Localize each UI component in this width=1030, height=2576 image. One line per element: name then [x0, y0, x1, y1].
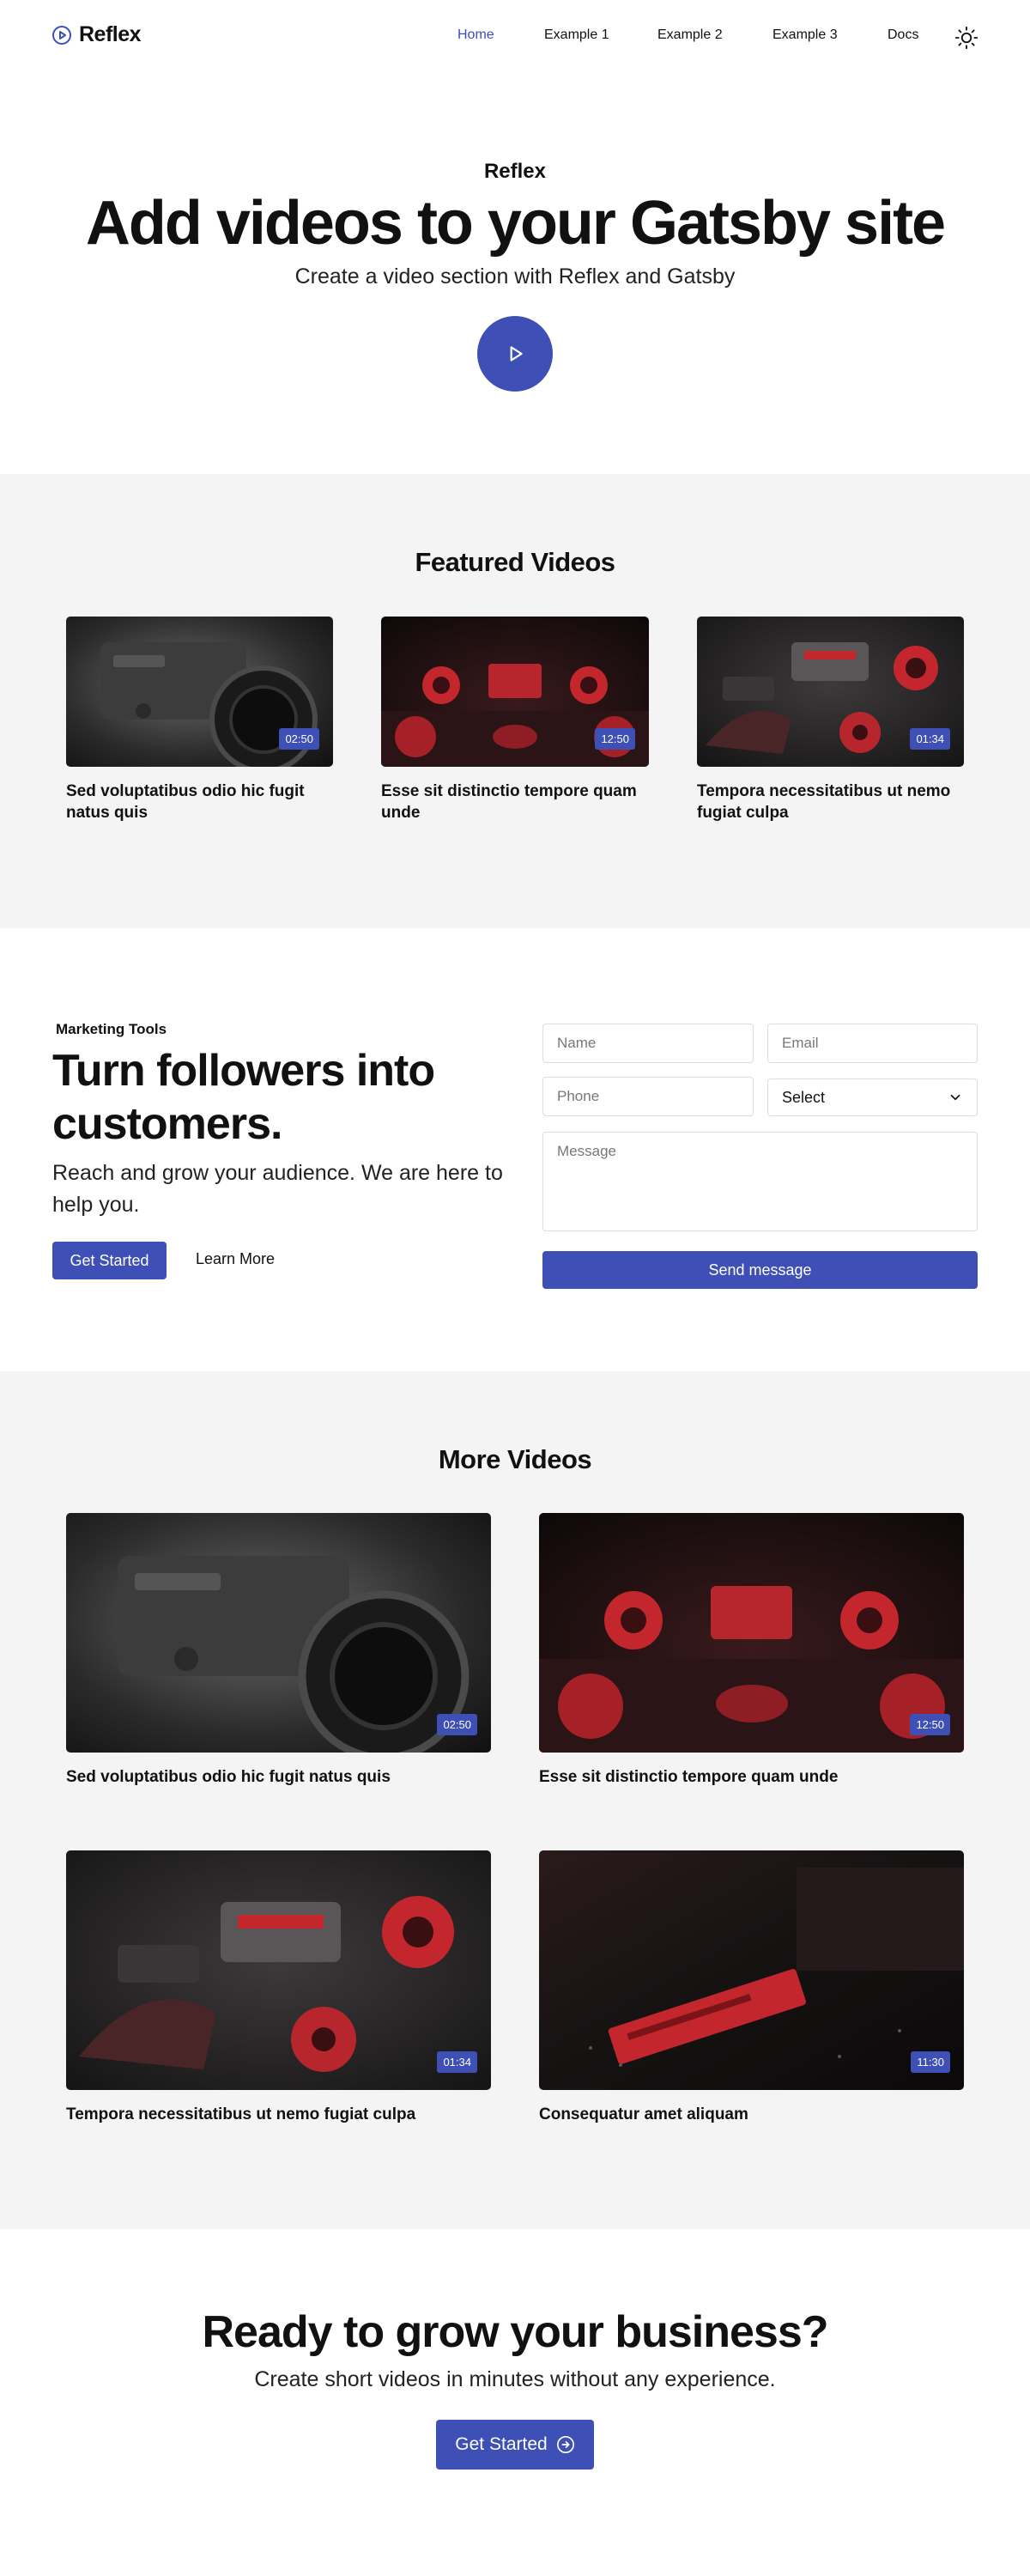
more-video-card[interactable]: 01:34 Tempora necessitatibus ut nemo fug…	[66, 1850, 491, 2125]
message-field[interactable]	[542, 1132, 978, 1231]
video-title[interactable]: Sed voluptatibus odio hic fugit natus qu…	[66, 1766, 491, 1788]
cta-button-label: Get Started	[455, 2434, 548, 2454]
hero-kicker: Reflex	[483, 160, 547, 183]
chevron-down-icon	[950, 1094, 960, 1101]
video-thumbnail[interactable]	[539, 1513, 964, 1753]
video-title[interactable]: Sed voluptatibus odio hic fugit natus qu…	[66, 781, 333, 823]
ssd-thumbnail-image	[539, 1850, 964, 2090]
marketing-subtitle: Reach and grow your audience. We are her…	[52, 1161, 503, 1217]
get-started-button[interactable]: Get Started	[52, 1242, 167, 1279]
featured-video-card[interactable]: 02:50 Sed voluptatibus odio hic fugit na…	[66, 617, 333, 823]
duration-badge: 02:50	[437, 1714, 477, 1735]
duration-badge: 01:34	[437, 2051, 477, 2073]
duration-badge: 11:30	[911, 2051, 950, 2073]
learn-more-link[interactable]: Learn More	[196, 1250, 275, 1268]
select-value: Select	[782, 1088, 826, 1106]
featured-video-card[interactable]: 01:34 Tempora necessitatibus ut nemo fug…	[697, 617, 964, 823]
featured-title: Featured Videos	[415, 547, 615, 577]
camera-thumbnail-image	[66, 1513, 491, 1753]
phone-field[interactable]	[542, 1077, 754, 1116]
name-field[interactable]	[542, 1024, 754, 1063]
email-field[interactable]	[767, 1024, 978, 1063]
hero-subtitle: Create a video section with Reflex and G…	[294, 264, 736, 289]
duration-badge: 01:34	[910, 728, 950, 750]
marketing-kicker: Marketing Tools	[56, 1021, 167, 1037]
video-title[interactable]: Tempora necessitatibus ut nemo fugiat cu…	[697, 781, 964, 823]
nav-docs[interactable]: Docs	[888, 27, 918, 43]
cta-title: Ready to grow your business?	[202, 2307, 828, 2357]
video-title[interactable]: Esse sit distinctio tempore quam unde	[381, 781, 649, 823]
play-icon	[510, 346, 523, 361]
more-video-card[interactable]: 12:50 Esse sit distinctio tempore quam u…	[539, 1513, 964, 1788]
red-gear-thumbnail-image	[539, 1513, 964, 1753]
play-circle-icon	[52, 25, 71, 45]
send-message-button[interactable]: Send message	[542, 1251, 978, 1289]
duration-badge: 12:50	[910, 1714, 950, 1735]
nav-home[interactable]: Home	[457, 27, 494, 43]
video-thumbnail[interactable]	[66, 1850, 491, 2090]
nav-example-3[interactable]: Example 3	[772, 27, 838, 43]
video-title[interactable]: Consequatur amet aliquam	[539, 2104, 964, 2125]
nav-example-1[interactable]: Example 1	[544, 27, 609, 43]
red-parts-thumbnail-image	[66, 1850, 491, 2090]
video-thumbnail[interactable]	[539, 1850, 964, 2090]
more-video-card[interactable]: 02:50 Sed voluptatibus odio hic fugit na…	[66, 1513, 491, 1788]
select-dropdown[interactable]: Select	[767, 1078, 978, 1116]
brand-logo[interactable]: Reflex	[52, 22, 142, 47]
cta-subtitle: Create short videos in minutes without a…	[254, 2367, 776, 2391]
marketing-title: Turn followers into customers.	[52, 1046, 435, 1149]
sun-icon[interactable]	[954, 26, 978, 50]
arrow-right-circle-icon	[556, 2436, 574, 2453]
more-video-card[interactable]: 11:30 Consequatur amet aliquam	[539, 1850, 964, 2125]
hero-title: Add videos to your Gatsby site	[85, 189, 946, 258]
nav-example-2[interactable]: Example 2	[657, 27, 723, 43]
more-videos-title: More Videos	[438, 1444, 592, 1474]
video-title[interactable]: Tempora necessitatibus ut nemo fugiat cu…	[66, 2104, 491, 2125]
hero-play-button[interactable]	[477, 316, 553, 392]
video-title[interactable]: Esse sit distinctio tempore quam unde	[539, 1766, 964, 1788]
video-thumbnail[interactable]	[66, 1513, 491, 1753]
site-header: Reflex Home Example 1 Example 2 Example …	[0, 0, 1030, 76]
brand-name: Reflex	[79, 22, 142, 46]
duration-badge: 12:50	[595, 728, 635, 750]
featured-video-card[interactable]: 12:50 Esse sit distinctio tempore quam u…	[381, 617, 649, 823]
duration-badge: 02:50	[279, 728, 319, 750]
cta-get-started-button[interactable]: Get Started	[436, 2420, 594, 2470]
